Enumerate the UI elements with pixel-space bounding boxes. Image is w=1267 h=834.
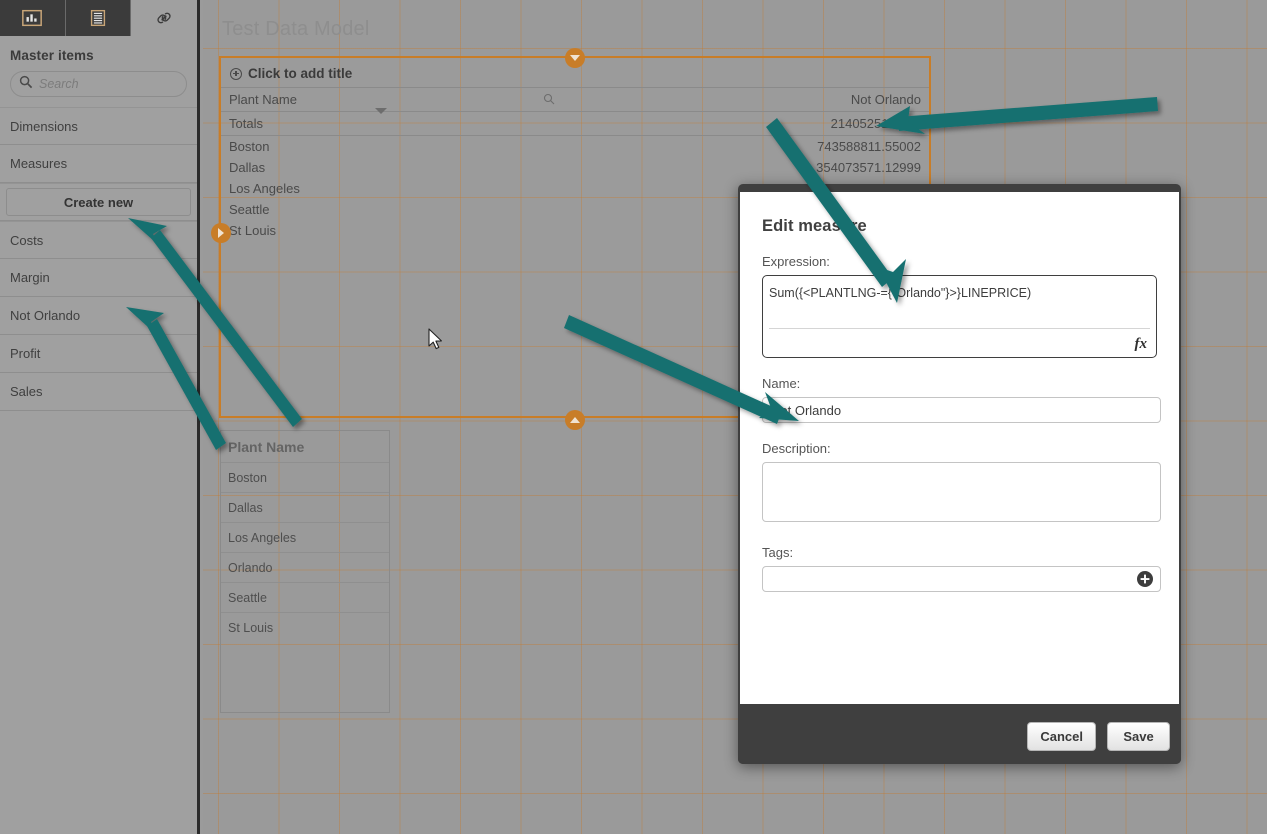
dialog-title: Edit measure	[762, 217, 867, 235]
description-field[interactable]	[762, 462, 1161, 522]
search-icon[interactable]	[543, 93, 555, 108]
expression-divider	[769, 328, 1150, 329]
link-icon	[157, 12, 171, 24]
plus-circle-icon[interactable]	[1136, 570, 1154, 588]
list-item[interactable]: Boston	[221, 462, 389, 492]
filter-pane-object[interactable]: Plant Name Boston Dallas Los Angeles Orl…	[220, 430, 390, 713]
panel-toolbar	[0, 0, 197, 36]
dialog-footer: Cancel Save	[738, 708, 1181, 764]
cancel-button[interactable]: Cancel	[1027, 721, 1096, 751]
pivot-col-measure[interactable]: Not Orlando	[851, 92, 921, 107]
object-title-text: Click to add title	[248, 66, 353, 81]
object-handle-top[interactable]	[565, 48, 585, 68]
add-title-icon	[230, 67, 242, 80]
sidebar-item-sales[interactable]: Sales	[0, 373, 197, 411]
pivot-row-value: 2140525150.00	[830, 116, 921, 131]
tab-master-items[interactable]	[131, 0, 197, 36]
sidebar-item-not-orlando[interactable]: Not Orlando	[0, 297, 197, 335]
filter-pane-title: Plant Name	[228, 439, 305, 455]
edit-measure-dialog: Edit measure Expression: Sum({<PLANTLNG-…	[738, 184, 1181, 764]
pivot-totals-row: Totals 2140525150.00	[221, 108, 929, 136]
tags-wrapper	[762, 566, 1161, 592]
pivot-row-label: Dallas	[229, 160, 266, 175]
tab-charts[interactable]	[0, 0, 66, 36]
list-item[interactable]: Dallas	[221, 492, 389, 522]
tags-label: Tags:	[762, 545, 794, 560]
pivot-col-dimension[interactable]: Plant Name	[229, 92, 297, 107]
table-row[interactable]: Dallas 354073571.12999	[221, 157, 929, 178]
table-row[interactable]: Boston 743588811.55002	[221, 136, 929, 157]
name-field[interactable]	[762, 397, 1161, 423]
create-new-wrapper: Create new	[0, 183, 197, 221]
pivot-row-value: 354073571.12999	[816, 160, 921, 175]
fields-icon	[90, 9, 106, 27]
pivot-row-label: Totals	[229, 116, 263, 131]
sidebar-item-dimensions[interactable]: Dimensions	[0, 107, 197, 145]
sheet-title: Test Data Model	[222, 18, 370, 40]
tab-fields[interactable]	[65, 0, 132, 36]
list-item[interactable]: St Louis	[221, 612, 389, 642]
search-box[interactable]	[10, 71, 187, 97]
pivot-row-label: Los Angeles	[229, 181, 300, 196]
search-icon	[19, 75, 33, 94]
list-item[interactable]: Orlando	[221, 552, 389, 582]
pivot-row-label: Seattle	[229, 202, 270, 217]
chevron-up-icon	[570, 417, 580, 423]
charts-icon	[22, 9, 43, 27]
object-handle-bottom[interactable]	[565, 410, 585, 430]
left-panel: Master items Dimensions Measures Create …	[0, 0, 200, 834]
pivot-row-label: Boston	[229, 139, 270, 154]
panel-title: Master items	[10, 48, 94, 63]
search-input[interactable]	[39, 77, 178, 91]
object-handle-left[interactable]	[211, 223, 231, 243]
description-label: Description:	[762, 441, 831, 456]
sidebar-item-profit[interactable]: Profit	[0, 335, 197, 373]
app-root: Test Data Model Click to add title Plant…	[0, 0, 1267, 834]
tags-field[interactable]	[762, 566, 1161, 592]
sidebar-item-margin[interactable]: Margin	[0, 259, 197, 297]
pivot-row-value: 743588811.55002	[817, 139, 921, 154]
create-new-button[interactable]: Create new	[6, 188, 191, 216]
expression-value[interactable]: Sum({<PLANTLNG-={"Orlando"}>}LINEPRICE)	[763, 276, 1156, 300]
chevron-down-icon	[570, 55, 580, 61]
pivot-row-label: St Louis	[229, 223, 276, 238]
chevron-right-icon	[218, 228, 224, 238]
expression-editor[interactable]: Sum({<PLANTLNG-={"Orlando"}>}LINEPRICE) …	[762, 275, 1157, 358]
dialog-body: Edit measure Expression: Sum({<PLANTLNG-…	[740, 192, 1179, 704]
pivot-header-row: Plant Name Not Orlando	[221, 87, 929, 112]
save-button[interactable]: Save	[1107, 721, 1170, 751]
list-item[interactable]: Seattle	[221, 582, 389, 612]
fx-icon[interactable]: fx	[1135, 336, 1148, 353]
sidebar-item-costs[interactable]: Costs	[0, 221, 197, 259]
name-label: Name:	[762, 376, 801, 391]
mouse-cursor	[428, 328, 445, 357]
list-item[interactable]: Los Angeles	[221, 522, 389, 552]
expression-label: Expression:	[762, 254, 830, 269]
sort-caret-icon	[375, 108, 387, 114]
sidebar-item-measures[interactable]: Measures	[0, 145, 197, 183]
